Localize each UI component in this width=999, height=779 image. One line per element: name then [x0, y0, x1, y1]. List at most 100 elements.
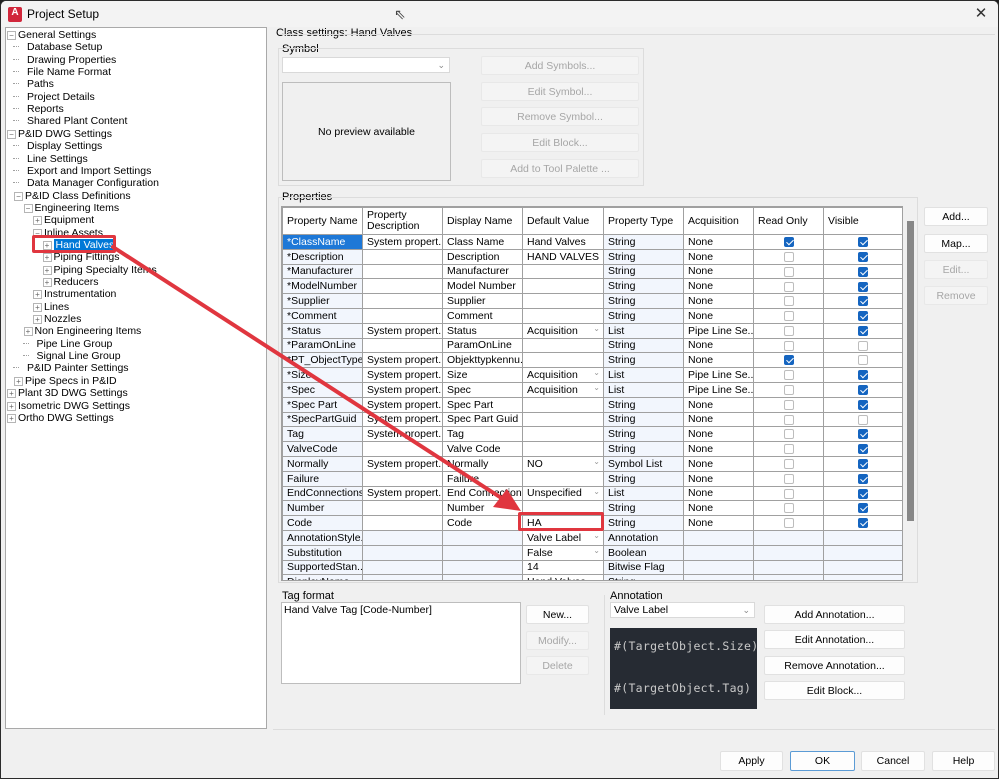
property-row[interactable]: *ClassName System propert... Class Name Han…	[282, 234, 902, 250]
property-type-cell[interactable]: String	[603, 337, 684, 354]
default-value-cell[interactable]	[522, 263, 604, 280]
display-name-cell[interactable]: ParamOnLine	[442, 337, 523, 354]
acquisition-cell[interactable]: None	[683, 396, 754, 413]
read-only-cell[interactable]	[753, 411, 824, 428]
visible-cell[interactable]	[823, 307, 902, 324]
read-only-checkbox[interactable]	[783, 414, 794, 425]
chevron-down-icon[interactable]: ⌄	[593, 324, 600, 333]
visible-cell[interactable]	[823, 293, 902, 309]
acquisition-cell[interactable]: None	[683, 293, 754, 309]
tree-item[interactable]: Display Settings	[13, 140, 102, 152]
default-value-cell[interactable]	[522, 352, 604, 369]
display-name-cell[interactable]: Valve Code	[442, 441, 523, 457]
visible-cell[interactable]	[823, 278, 902, 295]
read-only-checkbox[interactable]	[783, 355, 794, 366]
property-type-cell[interactable]: String	[603, 426, 684, 443]
property-map-button[interactable]: Map...	[924, 234, 988, 253]
property-row[interactable]: Tag System propert... Tag String None	[282, 426, 902, 443]
tree-item[interactable]: Project Details	[13, 91, 95, 103]
tree-item[interactable]: Drawing Properties	[13, 54, 116, 66]
display-name-cell[interactable]: End Connections	[442, 485, 523, 502]
display-name-cell[interactable]: Supplier	[442, 293, 523, 309]
visible-cell[interactable]	[823, 411, 902, 428]
acquisition-cell[interactable]: None	[683, 470, 754, 487]
read-only-checkbox[interactable]	[783, 444, 794, 455]
default-value-cell[interactable]: NO ⌄	[522, 455, 604, 472]
property-row[interactable]: EndConnections System propert... End Conne…	[282, 485, 902, 502]
read-only-cell[interactable]	[753, 470, 824, 487]
acquisition-cell[interactable]: None	[683, 455, 754, 472]
property-type-cell[interactable]: String	[603, 234, 684, 250]
tag-format-modify-button[interactable]: Modify...	[526, 631, 589, 650]
property-name-cell[interactable]: *Spec Part	[282, 396, 363, 413]
visible-checkbox[interactable]	[858, 488, 868, 499]
read-only-checkbox[interactable]	[783, 281, 794, 292]
visible-cell[interactable]	[823, 367, 902, 383]
visible-checkbox[interactable]	[858, 444, 868, 455]
chevron-down-icon[interactable]: ⌄	[593, 369, 600, 378]
column-header[interactable]: Default Value	[522, 207, 604, 235]
property-name-cell[interactable]: *Supplier	[282, 293, 363, 309]
expand-icon[interactable]: +	[33, 302, 42, 312]
read-only-cell[interactable]	[753, 455, 824, 472]
read-only-checkbox[interactable]	[783, 518, 794, 529]
default-value-cell[interactable]	[522, 470, 604, 487]
read-only-cell[interactable]	[753, 515, 824, 531]
property-type-cell[interactable]: String	[603, 574, 684, 580]
default-value-cell[interactable]: Acquisition ⌄	[522, 367, 604, 383]
default-value-cell[interactable]: Hand Valves	[522, 234, 604, 250]
display-name-cell[interactable]	[442, 529, 523, 546]
column-header[interactable]: Display Name	[442, 207, 523, 235]
acquisition-cell[interactable]: None	[683, 248, 754, 265]
visible-checkbox[interactable]	[858, 355, 868, 366]
read-only-cell[interactable]	[753, 352, 824, 369]
expand-icon[interactable]: +	[42, 278, 52, 287]
acquisition-cell[interactable]: None	[683, 485, 754, 502]
default-value-cell[interactable]	[522, 278, 604, 295]
visible-cell[interactable]	[823, 234, 902, 250]
acquisition-cell[interactable]	[683, 574, 754, 580]
property-description-cell[interactable]	[362, 337, 443, 354]
property-row[interactable]: Normally System propert... Normally NO ⌄ Symb…	[282, 455, 902, 472]
default-value-cell[interactable]: HAND VALVES	[522, 248, 604, 265]
read-only-cell[interactable]	[753, 322, 824, 339]
property-description-cell[interactable]: System propert...	[362, 381, 443, 398]
property-description-cell[interactable]: System propert...	[362, 396, 443, 413]
read-only-checkbox[interactable]	[783, 340, 794, 351]
default-value-cell[interactable]: 14	[522, 559, 604, 576]
tree-item[interactable]: + Lines	[33, 301, 69, 313]
property-name-cell[interactable]: *Manufacturer	[282, 263, 363, 280]
column-header[interactable]: Visible	[823, 207, 902, 235]
read-only-checkbox[interactable]	[783, 251, 794, 262]
property-description-cell[interactable]	[362, 263, 443, 280]
property-description-cell[interactable]: System propert...	[362, 367, 443, 383]
property-name-cell[interactable]: *SpecPartGuid	[282, 411, 363, 428]
expand-icon[interactable]: +	[42, 253, 52, 263]
property-name-cell[interactable]: AnnotationStyle...	[282, 529, 363, 546]
property-description-cell[interactable]	[362, 559, 443, 576]
property-name-cell[interactable]: *ClassName	[282, 234, 363, 250]
visible-checkbox[interactable]	[858, 237, 868, 248]
property-row[interactable]: *Supplier Supplier String None	[282, 293, 902, 309]
read-only-cell[interactable]	[753, 248, 824, 265]
property-name-cell[interactable]: Tag	[282, 426, 363, 443]
visible-checkbox[interactable]	[858, 325, 868, 336]
chevron-down-icon[interactable]: ⌄	[593, 457, 600, 466]
expand-icon[interactable]: +	[14, 376, 23, 386]
property-type-cell[interactable]: String	[603, 278, 684, 295]
read-only-cell[interactable]	[753, 293, 824, 309]
acquisition-cell[interactable]: None	[683, 426, 754, 443]
visible-checkbox[interactable]	[858, 340, 868, 351]
visible-cell[interactable]	[823, 248, 902, 265]
symbol-combo[interactable]: ⌄	[282, 57, 450, 73]
chevron-down-icon[interactable]: ⌄	[593, 383, 600, 392]
property-description-cell[interactable]: System propert...	[362, 411, 443, 428]
property-description-cell[interactable]	[362, 248, 443, 265]
visible-cell[interactable]	[823, 485, 902, 502]
symbol-edit-block-button[interactable]: Edit Block...	[481, 133, 639, 152]
expand-icon[interactable]: +	[23, 327, 33, 337]
property-edit-button[interactable]: Edit...	[924, 260, 988, 279]
visible-cell[interactable]	[823, 441, 902, 457]
display-name-cell[interactable]: Number	[442, 500, 523, 517]
property-type-cell[interactable]: Symbol List	[603, 455, 684, 472]
